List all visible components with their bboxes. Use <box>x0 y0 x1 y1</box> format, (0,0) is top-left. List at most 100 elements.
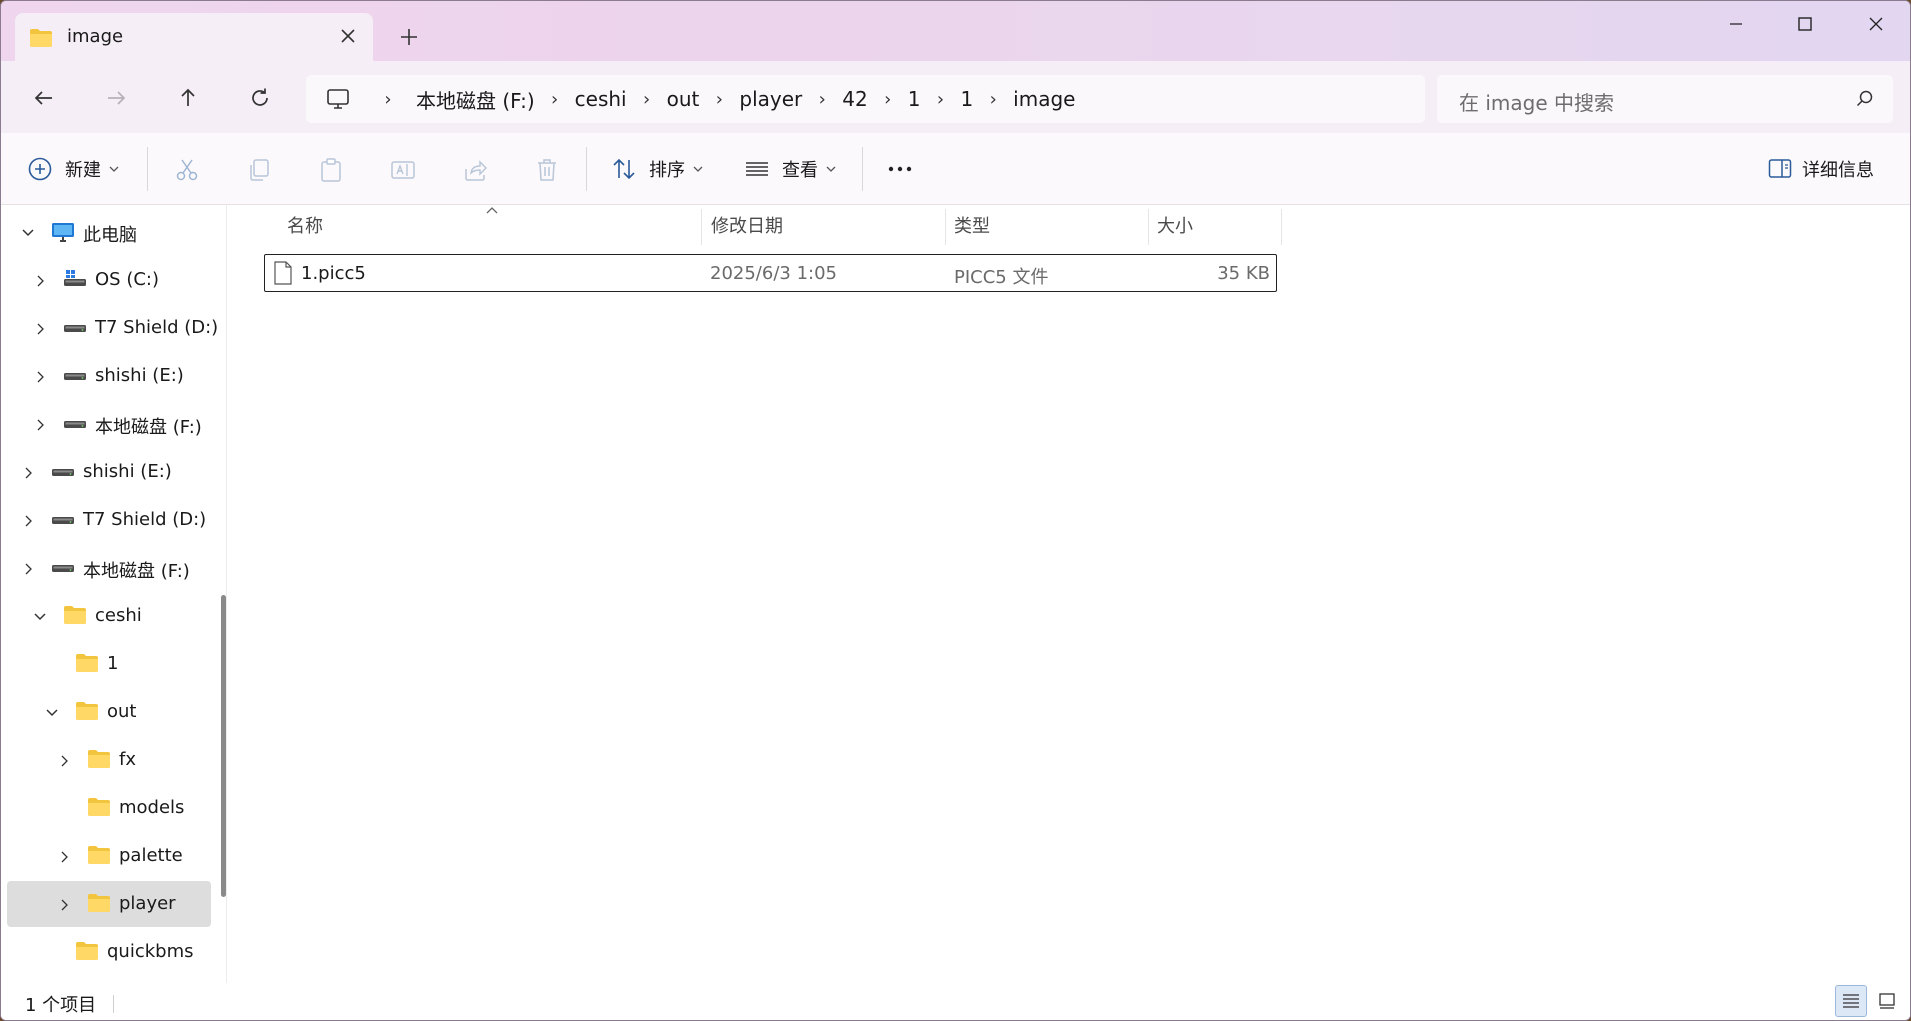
breadcrumb-item[interactable]: out <box>667 87 700 111</box>
breadcrumb-separator[interactable]: › <box>973 89 1013 110</box>
file-row[interactable]: 1.picc5 2025/6/3 1:05 PICC5 文件 35 KB <box>264 254 1277 292</box>
chevron-right-icon[interactable] <box>57 752 71 773</box>
paste-icon[interactable] <box>318 157 344 183</box>
breadcrumb-item[interactable]: image <box>1013 87 1075 111</box>
column-divider[interactable] <box>1281 209 1282 245</box>
tree-item-label: OS (C:) <box>95 269 159 290</box>
tree-item[interactable]: 此电脑 <box>7 209 211 255</box>
arrow-left-icon <box>34 91 52 105</box>
view-button[interactable]: 查看 <box>744 133 836 205</box>
breadcrumb-separator[interactable]: › <box>920 89 960 110</box>
navigation-bar: › 本地磁盘 (F:) › ceshi › out › player › 42 … <box>1 61 1910 133</box>
column-header-modified[interactable]: 修改日期 <box>711 205 783 245</box>
tree-item-label: T7 Shield (D:) <box>95 317 219 338</box>
chevron-right-icon[interactable] <box>33 272 47 293</box>
chevron-right-icon[interactable] <box>57 896 71 917</box>
chevron-right-icon[interactable] <box>21 560 35 581</box>
maximize-button[interactable] <box>1777 9 1833 39</box>
breadcrumb-separator[interactable]: › <box>535 89 575 110</box>
share-icon[interactable] <box>462 157 488 183</box>
tab-image[interactable]: image <box>15 13 373 61</box>
rename-icon[interactable] <box>390 157 416 183</box>
tree-item[interactable]: T7 Shield (D:) <box>7 497 211 543</box>
chevron-down-icon[interactable] <box>21 224 35 245</box>
tree-item[interactable]: fx <box>7 737 211 783</box>
pc-icon <box>51 221 75 248</box>
forward-button[interactable] <box>101 83 131 113</box>
tree-item[interactable]: T7 Shield (D:) <box>7 305 218 351</box>
tree-item[interactable]: shishi (E:) <box>7 449 211 495</box>
view-label: 查看 <box>782 160 818 181</box>
column-name-label: 名称 <box>287 216 323 237</box>
close-window-button[interactable] <box>1848 9 1904 39</box>
chevron-right-icon[interactable] <box>21 464 35 485</box>
breadcrumb-separator[interactable]: › <box>868 89 908 110</box>
breadcrumb-item[interactable]: player <box>739 87 802 111</box>
breadcrumb-item[interactable]: 本地磁盘 (F:) <box>416 85 535 114</box>
tree-item[interactable]: 本地磁盘 (F:) <box>7 401 211 447</box>
column-header-type[interactable]: 类型 <box>954 205 990 245</box>
breadcrumb-separator[interactable]: › <box>627 89 667 110</box>
details-pane-button[interactable]: 详细信息 <box>1768 133 1874 205</box>
chevron-right-icon[interactable] <box>33 320 47 341</box>
column-header-size[interactable]: 大小 <box>1157 205 1193 245</box>
new-tab-icon[interactable] <box>397 25 421 49</box>
copy-icon[interactable] <box>246 157 272 183</box>
breadcrumb-item[interactable]: 1 <box>908 87 921 111</box>
tree-item[interactable]: palette <box>7 833 211 879</box>
tree-item[interactable]: 1 <box>7 641 211 687</box>
column-divider[interactable] <box>945 209 946 245</box>
tree-item-label: 本地磁盘 (F:) <box>83 561 190 582</box>
delete-icon[interactable] <box>534 157 560 183</box>
minimize-button[interactable] <box>1708 9 1764 39</box>
address-bar[interactable]: › 本地磁盘 (F:) › ceshi › out › player › 42 … <box>306 75 1425 123</box>
tree-item[interactable]: 本地磁盘 (F:) <box>7 545 211 591</box>
tree-item-label: quickbms <box>107 941 194 962</box>
tree-item-label: fx <box>119 749 136 770</box>
tree-item[interactable]: out <box>7 689 211 735</box>
breadcrumb-separator[interactable]: › <box>699 89 739 110</box>
breadcrumb-separator[interactable]: › <box>802 89 842 110</box>
file-list: 名称 修改日期 类型 大小 1.picc5 2025/6/3 1:05 PICC… <box>237 205 1910 983</box>
tree-item[interactable]: OS (C:) <box>7 257 211 303</box>
column-header-name[interactable]: 名称 <box>287 205 323 245</box>
tree-item-label: shishi (E:) <box>95 365 184 386</box>
more-options-button[interactable] <box>887 133 913 205</box>
tree-item[interactable]: ceshi <box>7 593 211 639</box>
search-icon[interactable] <box>1855 89 1875 109</box>
details-view-button[interactable] <box>1835 985 1867 1017</box>
chevron-right-icon[interactable] <box>33 368 47 389</box>
chevron-down-icon[interactable] <box>33 608 47 629</box>
breadcrumb-separator[interactable]: › <box>368 89 408 110</box>
navigation-scrollbar[interactable] <box>221 595 226 897</box>
back-button[interactable] <box>29 83 59 113</box>
chevron-down-icon[interactable] <box>45 704 59 725</box>
search-box[interactable]: 在 image 中搜索 <box>1437 75 1893 123</box>
tiles-view-button[interactable] <box>1871 985 1903 1017</box>
tree-item[interactable]: models <box>7 785 211 831</box>
close-tab-icon[interactable] <box>337 25 359 47</box>
refresh-button[interactable] <box>245 83 275 113</box>
new-button[interactable]: 新建 <box>27 133 119 205</box>
drive-icon <box>63 413 87 438</box>
column-divider[interactable] <box>701 209 702 245</box>
up-button[interactable] <box>173 83 203 113</box>
chevron-down-icon <box>693 166 703 172</box>
tree-item[interactable]: player <box>7 881 211 927</box>
sort-button[interactable]: 排序 <box>611 133 703 205</box>
breadcrumb-item[interactable]: 42 <box>842 87 867 111</box>
search-input[interactable]: 在 image 中搜索 <box>1459 87 1614 116</box>
chevron-right-icon[interactable] <box>33 416 47 437</box>
breadcrumb-item[interactable]: ceshi <box>575 87 627 111</box>
chevron-right-icon[interactable] <box>57 848 71 869</box>
folder-icon <box>30 29 52 47</box>
chevron-right-icon[interactable] <box>21 512 35 533</box>
breadcrumb-item[interactable]: 1 <box>960 87 973 111</box>
tiles-view-icon <box>1879 993 1895 1009</box>
tree-item[interactable]: shishi (E:) <box>7 353 211 399</box>
column-divider[interactable] <box>1148 209 1149 245</box>
file-name: 1.picc5 <box>301 263 366 284</box>
column-modified-label: 修改日期 <box>711 216 783 237</box>
tree-item[interactable]: quickbms <box>7 929 211 975</box>
cut-icon[interactable] <box>174 157 200 183</box>
